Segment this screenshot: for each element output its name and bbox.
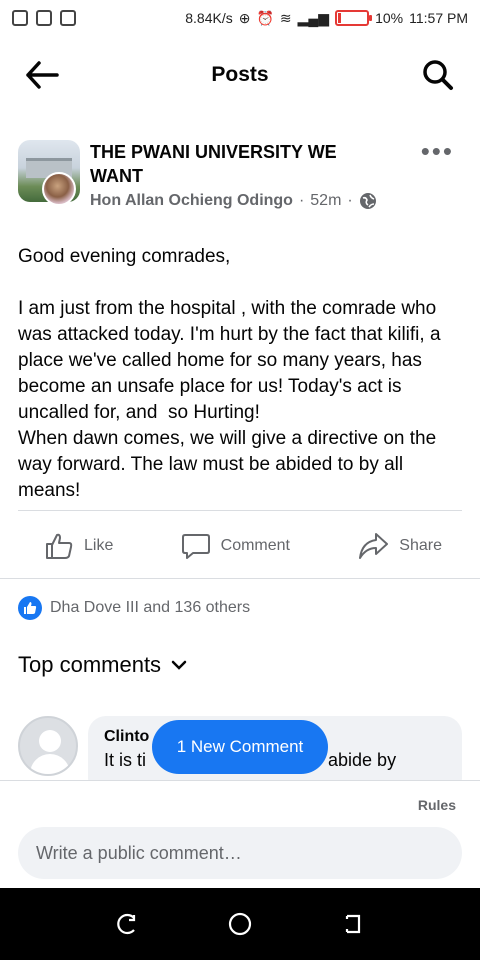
post-text: Good evening comrades, I am just from th… <box>18 246 441 501</box>
comment-text-end: abide by <box>328 750 397 770</box>
chevron-down-icon <box>171 660 187 670</box>
battery-percent: 10% <box>375 10 404 26</box>
image-notification-icon <box>36 10 52 26</box>
comment-label: Comment <box>220 537 290 554</box>
author-avatar[interactable] <box>42 172 76 206</box>
post-actions: Like Comment Share <box>0 516 480 576</box>
author-name-link[interactable]: Hon Allan Ochieng Odingo <box>90 192 293 210</box>
home-circle-icon <box>228 912 252 936</box>
status-bar: 8.84K/s ⊕ ⏰ ≋ ▂▄▆ 10% 11:57 PM <box>0 0 480 36</box>
meta-separator: · <box>298 192 305 209</box>
back-nav-icon <box>346 914 361 934</box>
search-button[interactable] <box>418 55 458 95</box>
reactions-summary[interactable]: Dha Dove III and 136 others <box>18 596 250 620</box>
like-label: Like <box>84 537 114 554</box>
network-speed: 8.84K/s <box>185 10 233 26</box>
home-button[interactable] <box>220 904 260 944</box>
section-divider <box>0 578 480 579</box>
recent-apps-button[interactable] <box>107 904 147 944</box>
recents-icon <box>116 913 135 935</box>
wifi-icon: ≋ <box>279 9 292 26</box>
app-header: Posts <box>0 36 480 114</box>
lock-notification-icon <box>60 10 76 26</box>
post-meta: Hon Allan Ochieng Odingo · 52m · <box>90 192 462 210</box>
like-button[interactable]: Like <box>44 531 113 561</box>
post-header: THE PWANI UNIVERSITY WE WANT Hon Allan O… <box>0 138 480 210</box>
comment-input[interactable] <box>18 827 462 879</box>
post-time[interactable]: 52m <box>310 192 341 210</box>
alert-notification-icon <box>12 10 28 26</box>
arrow-left-icon <box>26 61 59 89</box>
data-saver-icon: ⊕ <box>238 9 251 26</box>
thumbs-up-icon <box>46 533 73 559</box>
comment-bubble-icon <box>181 534 210 559</box>
post-card: THE PWANI UNIVERSITY WE WANT Hon Allan O… <box>0 138 480 504</box>
share-label: Share <box>399 537 442 554</box>
rules-link[interactable]: Rules <box>418 797 456 813</box>
alarm-icon: ⏰ <box>256 9 274 26</box>
globe-icon <box>359 193 376 209</box>
comments-section-title: Top comments <box>18 652 162 677</box>
page-title: Posts <box>211 63 269 86</box>
group-name-link[interactable]: THE PWANI UNIVERSITY WE WANT <box>90 140 375 188</box>
commenter-avatar[interactable] <box>18 716 78 776</box>
comment-text-start: It is ti <box>104 750 147 770</box>
new-comment-pill[interactable]: 1 New Comment <box>152 720 328 774</box>
meta-separator: · <box>347 192 353 209</box>
system-nav-bar <box>0 888 480 960</box>
share-arrow-icon <box>359 533 389 559</box>
like-reaction-icon <box>18 596 42 620</box>
comment-button[interactable]: Comment <box>181 531 290 561</box>
reactions-text: Dha Dove III and 136 others <box>50 599 251 616</box>
more-options-button[interactable]: ••• <box>421 138 454 164</box>
battery-icon <box>335 10 373 26</box>
search-icon <box>423 60 453 90</box>
back-button[interactable] <box>22 55 62 95</box>
comments-sort-dropdown[interactable]: Top comments <box>18 652 187 678</box>
back-nav-button[interactable] <box>333 904 373 944</box>
signal-icon: ▂▄▆ <box>297 9 330 26</box>
comment-composer: Rules <box>0 780 480 888</box>
clock: 11:57 PM <box>409 10 468 26</box>
share-button[interactable]: Share <box>357 531 442 561</box>
post-avatars[interactable] <box>18 140 80 206</box>
divider <box>18 510 462 511</box>
